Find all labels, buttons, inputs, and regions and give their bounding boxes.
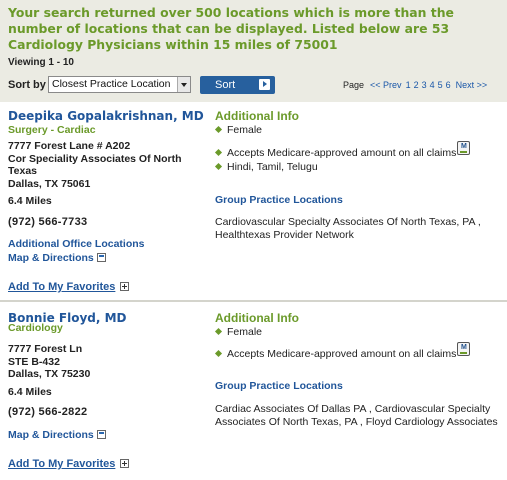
arrow-right-icon bbox=[259, 79, 270, 90]
add-to-favorites-link[interactable]: Add To My Favorites bbox=[8, 458, 130, 470]
map-directions-link[interactable]: Map & Directions bbox=[8, 252, 106, 264]
pagination: Page << Prev 1 2 3 4 5 6 Next >> bbox=[343, 80, 487, 90]
additional-info-heading: Additional Info bbox=[215, 109, 299, 123]
bullet-icon bbox=[214, 126, 223, 134]
physician-name-link[interactable]: Deepika Gopalakrishnan, MD bbox=[8, 109, 204, 123]
popup-window-icon bbox=[96, 429, 106, 439]
distance: 6.4 Miles bbox=[8, 195, 52, 207]
group-practice-heading: Group Practice Locations bbox=[215, 194, 343, 206]
add-to-favorites-link[interactable]: Add To My Favorites bbox=[8, 281, 130, 293]
sort-button[interactable]: Sort bbox=[200, 76, 275, 94]
medicare-text: Accepts Medicare-approved amount on all … bbox=[227, 348, 457, 360]
sort-by-label: Sort by bbox=[8, 79, 46, 91]
physician-address: 7777 Forest Ln STE B-432 Dallas, TX 7523… bbox=[8, 343, 91, 380]
sort-select-value: Closest Practice Location bbox=[52, 78, 171, 90]
viewing-range: Viewing 1 - 10 bbox=[8, 57, 74, 68]
physician-specialty: Surgery - Cardiac bbox=[8, 124, 96, 136]
group-practice-locations: Cardiovascular Specialty Associates Of N… bbox=[215, 216, 481, 241]
distance: 6.4 Miles bbox=[8, 386, 52, 398]
additional-info-heading: Additional Info bbox=[215, 311, 299, 325]
medicare-item: Accepts Medicare-approved amount on all … bbox=[214, 141, 471, 161]
map-directions-label: Map & Directions bbox=[8, 252, 94, 264]
map-directions-label: Map & Directions bbox=[8, 429, 94, 441]
group-practice-locations: Cardiac Associates Of Dallas PA , Cardio… bbox=[215, 403, 498, 428]
page-link-1[interactable]: 1 bbox=[406, 80, 411, 90]
medicare-badge-icon: M bbox=[457, 141, 471, 155]
page-link-5[interactable]: 5 bbox=[438, 80, 443, 90]
bullet-icon bbox=[214, 163, 223, 171]
medicare-text: Accepts Medicare-approved amount on all … bbox=[227, 147, 457, 159]
add-to-favorites-label: Add To My Favorites bbox=[8, 458, 116, 470]
physician-address: 7777 Forest Lane # A202 Cor Speciality A… bbox=[8, 140, 182, 190]
additional-office-locations-link[interactable]: Additional Office Locations bbox=[8, 238, 145, 250]
gender-value: Female bbox=[227, 326, 263, 338]
bullet-icon bbox=[214, 350, 223, 358]
physician-specialty: Cardiology bbox=[8, 322, 63, 334]
medicare-badge-icon: M bbox=[457, 342, 471, 356]
page-label: Page bbox=[343, 80, 365, 90]
map-directions-link[interactable]: Map & Directions bbox=[8, 429, 106, 441]
next-page-link[interactable]: Next >> bbox=[456, 80, 488, 90]
sort-select[interactable]: Closest Practice Location bbox=[48, 76, 191, 93]
chevron-down-icon[interactable] bbox=[177, 77, 190, 92]
plus-box-icon[interactable] bbox=[120, 458, 130, 468]
popup-window-icon bbox=[96, 252, 106, 262]
search-summary-panel: Your search returned over 500 locations … bbox=[0, 0, 507, 102]
bullet-icon bbox=[214, 149, 223, 157]
result-card: Deepika Gopalakrishnan, MD Surgery - Car… bbox=[0, 102, 507, 302]
phone-number: (972) 566-7733 bbox=[8, 216, 88, 228]
medicare-item: Accepts Medicare-approved amount on all … bbox=[214, 342, 471, 362]
gender-item: Female bbox=[214, 326, 263, 338]
plus-box-icon[interactable] bbox=[120, 281, 130, 291]
result-card: Bonnie Floyd, MD Cardiology 7777 Forest … bbox=[0, 302, 507, 480]
search-result-message: Your search returned over 500 locations … bbox=[8, 5, 454, 52]
gender-item: Female bbox=[214, 124, 263, 136]
group-practice-heading: Group Practice Locations bbox=[215, 380, 343, 392]
sort-button-label: Sort bbox=[215, 79, 236, 91]
languages-value: Hindi, Tamil, Telugu bbox=[227, 161, 318, 173]
page-link-6[interactable]: 6 bbox=[446, 80, 451, 90]
sort-controls: Sort by Closest Practice Location Sort bbox=[8, 76, 275, 94]
phone-number: (972) 566-2822 bbox=[8, 406, 88, 418]
page-link-4[interactable]: 4 bbox=[430, 80, 435, 90]
add-to-favorites-label: Add To My Favorites bbox=[8, 281, 116, 293]
page-link-3[interactable]: 3 bbox=[422, 80, 427, 90]
bullet-icon bbox=[214, 328, 223, 336]
page-link-2[interactable]: 2 bbox=[414, 80, 419, 90]
prev-page-link[interactable]: << Prev bbox=[370, 80, 402, 90]
gender-value: Female bbox=[227, 124, 263, 136]
languages-item: Hindi, Tamil, Telugu bbox=[214, 161, 318, 173]
